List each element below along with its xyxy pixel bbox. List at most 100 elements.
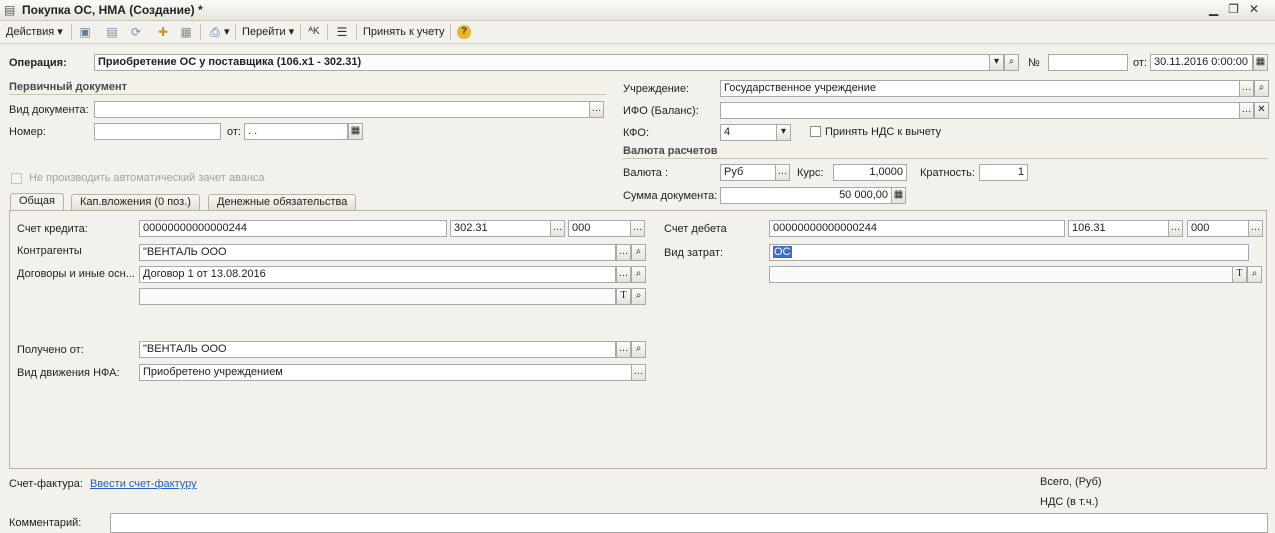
ellipsis-icon[interactable]: …	[1248, 220, 1263, 237]
actions-label: Действия	[6, 26, 55, 38]
contractor-input[interactable]: "ВЕНТАЛЬ ООО	[139, 244, 616, 261]
vat-deduct-checkbox[interactable]	[810, 126, 821, 137]
ellipsis-icon[interactable]: …	[589, 101, 604, 118]
search-icon[interactable]: ⌕	[631, 266, 646, 283]
vat-label: НДС (в т.ч.)	[1040, 496, 1099, 508]
restore-icon[interactable]: ❐	[1228, 2, 1249, 16]
tab-general[interactable]: Общая	[10, 193, 64, 211]
actions-menu[interactable]: Действия ▾	[6, 24, 63, 40]
ellipsis-icon[interactable]: …	[616, 341, 631, 358]
calculator-icon[interactable]: ▦	[891, 187, 906, 204]
doc-type-input[interactable]	[94, 101, 590, 118]
ifo-input[interactable]	[720, 102, 1240, 119]
contractors-label: Контрагенты	[17, 245, 82, 257]
doc-sum-input[interactable]: 50 000,00	[720, 187, 892, 204]
chevron-down-icon[interactable]: ▾	[776, 124, 791, 141]
primary-number-input[interactable]	[94, 123, 221, 140]
doc-number-input[interactable]	[1048, 54, 1128, 71]
ellipsis-icon[interactable]: …	[775, 164, 790, 181]
primary-date-label: от:	[227, 126, 241, 138]
received-from-input[interactable]: "ВЕНТАЛЬ ООО	[139, 341, 616, 358]
cost-type-label: Вид затрат:	[664, 247, 724, 259]
close-icon[interactable]: ✕	[1249, 2, 1269, 16]
cost-type-value: ОС	[773, 246, 792, 258]
help-icon[interactable]: ?	[457, 25, 471, 39]
debit-credit-icon[interactable]: ᴬK	[306, 24, 322, 40]
search-icon[interactable]: ⌕	[631, 244, 646, 261]
calendar-icon[interactable]: ▦	[348, 123, 363, 140]
contract-input[interactable]: Договор 1 от 13.08.2016	[139, 266, 616, 283]
ellipsis-icon[interactable]: …	[1239, 102, 1254, 119]
operation-select[interactable]: Приобретение ОС у поставщика (106.х1 - 3…	[94, 54, 990, 71]
toolbar: Действия ▾ ▣ ▤ ⟳ ✚ ▦ ⎙ ▾ Перейти ▾ ᴬK ☰ …	[0, 21, 1275, 44]
goto-label: Перейти	[242, 26, 286, 38]
save-icon[interactable]: ▣	[77, 24, 93, 40]
search-icon[interactable]: ⌕	[631, 288, 646, 305]
comment-input[interactable]	[110, 513, 1268, 533]
report-icon[interactable]: ☰	[334, 24, 350, 40]
separator	[356, 24, 357, 40]
separator	[200, 24, 201, 40]
ellipsis-icon[interactable]: …	[1168, 220, 1183, 237]
cost-type-input[interactable]: ОС	[769, 244, 1249, 261]
institution-label: Учреждение:	[623, 83, 690, 95]
accept-button[interactable]: Принять к учету	[363, 24, 445, 40]
primary-date-input[interactable]: . .	[244, 123, 348, 140]
search-icon[interactable]: ⌕	[1004, 54, 1019, 71]
ellipsis-icon[interactable]: …	[616, 266, 631, 283]
post-icon[interactable]: ▤	[104, 24, 120, 40]
contracts-label: Договоры и иные осн...	[17, 268, 135, 280]
institution-input[interactable]: Государственное учреждение	[720, 80, 1240, 97]
kfo-select[interactable]: 4	[720, 124, 777, 141]
tab-capital-investments[interactable]: Кап.вложения (0 поз.)	[71, 194, 200, 211]
no-auto-advance-checkbox[interactable]	[11, 173, 22, 184]
chevron-down-icon[interactable]: ▾	[989, 54, 1004, 71]
separator	[327, 24, 328, 40]
search-icon[interactable]: ⌕	[1254, 80, 1269, 97]
clear-icon[interactable]: ✕	[1254, 102, 1269, 119]
cost-type-extra-input[interactable]	[769, 266, 1233, 283]
currency-label: Валюта :	[623, 167, 669, 179]
credit-account-input[interactable]: 00000000000000244	[139, 220, 447, 237]
separator	[300, 24, 301, 40]
text-icon[interactable]: T	[616, 288, 631, 305]
calendar-icon[interactable]: ▦	[1253, 54, 1268, 71]
invoice-label: Счет-фактура:	[9, 478, 83, 490]
received-from-label: Получено от:	[17, 344, 84, 356]
credit-kosgu-input[interactable]: 000	[568, 220, 631, 237]
operation-label: Операция:	[9, 57, 67, 69]
ellipsis-icon[interactable]: …	[616, 244, 631, 261]
enter-invoice-link[interactable]: Ввести счет-фактуру	[90, 478, 197, 490]
ellipsis-icon[interactable]: …	[630, 220, 645, 237]
currency-input[interactable]: Руб	[720, 164, 776, 181]
add-icon[interactable]: ✚	[155, 24, 171, 40]
doc-date-input[interactable]: 30.11.2016 0:00:00	[1150, 54, 1253, 71]
print-icon[interactable]: ⎙	[207, 24, 223, 40]
section-divider	[9, 94, 606, 95]
contract-extra-input[interactable]	[139, 288, 616, 305]
window-title: Покупка ОС, НМА (Создание) *	[22, 3, 203, 17]
minimize-icon[interactable]: ▁	[1209, 2, 1228, 16]
debit-subaccount-input[interactable]: 106.31	[1068, 220, 1169, 237]
multiplicity-label: Кратность:	[920, 167, 975, 179]
window-controls: ▁❐✕	[1209, 2, 1269, 16]
ellipsis-icon[interactable]: …	[1239, 80, 1254, 97]
search-icon[interactable]: ⌕	[1247, 266, 1262, 283]
debit-account-input[interactable]: 00000000000000244	[769, 220, 1065, 237]
rate-input[interactable]: 1,0000	[833, 164, 907, 181]
text-icon[interactable]: T	[1232, 266, 1247, 283]
multiplicity-input[interactable]: 1	[979, 164, 1028, 181]
debit-account-label: Счет дебета	[664, 223, 727, 235]
tab-monetary-obligations[interactable]: Денежные обязательства	[208, 194, 357, 211]
debit-kosgu-input[interactable]: 000	[1187, 220, 1249, 237]
ellipsis-icon[interactable]: …	[550, 220, 565, 237]
nfa-movement-input[interactable]: Приобретено учреждением	[139, 364, 632, 381]
delete-icon[interactable]: ▦	[178, 24, 194, 40]
search-icon[interactable]: ⌕	[631, 341, 646, 358]
refresh-icon[interactable]: ⟳	[128, 24, 144, 40]
goto-menu[interactable]: Перейти ▾	[242, 24, 294, 40]
credit-subaccount-input[interactable]: 302.31	[450, 220, 551, 237]
document-icon: ▤	[4, 3, 16, 17]
ellipsis-icon[interactable]: …	[631, 364, 646, 381]
print-dropdown[interactable]: ▾	[224, 24, 230, 40]
